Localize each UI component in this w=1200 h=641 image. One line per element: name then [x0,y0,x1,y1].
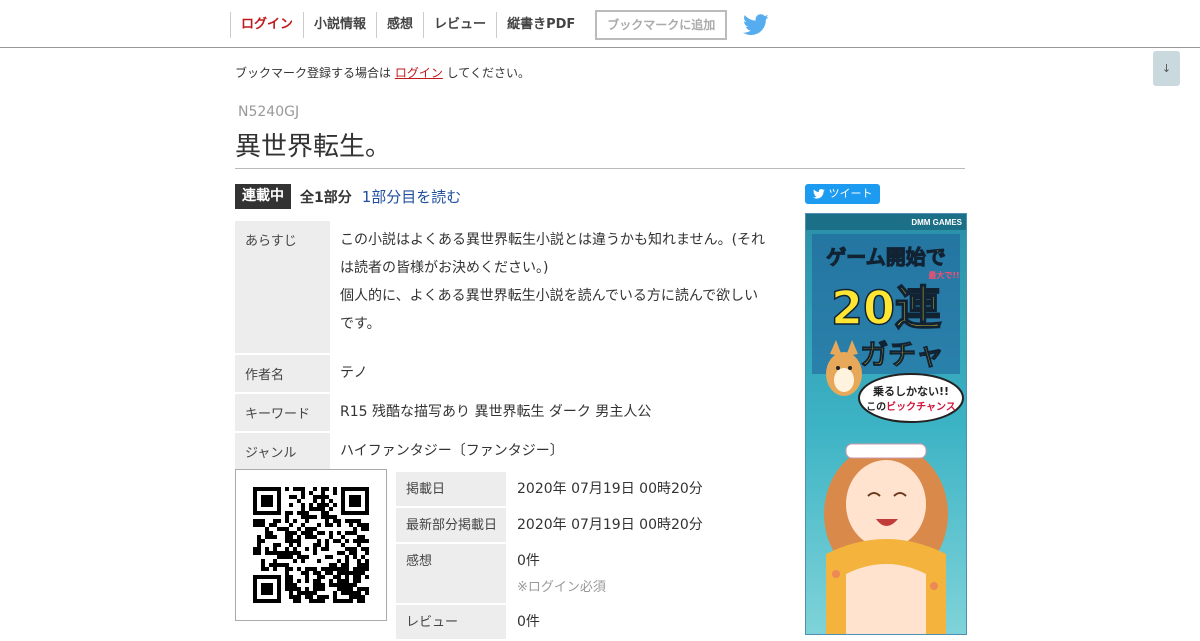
impressions-label: 感想 [396,544,506,603]
author-row: 作者名 テノ [235,355,775,392]
novel-details-table: 掲載日 2020年 07月19日 00時20分 最新部分掲載日 2020年 07… [396,470,776,641]
novel-info-table: あらすじ この小説はよくある異世界転生小説とは違うかも知れません。(それは読者の… [235,219,775,472]
nav-login[interactable]: ログイン [230,12,303,38]
qr-code-image [253,487,369,603]
top-nav: ログイン 小説情報 感想 レビュー 縦書きPDF ブックマークに追加 [0,0,1200,48]
ad-bubble-2a: この [866,402,886,413]
ad-banner-image: DMM GAMES ゲーム開始で 最大で!! 20連 ガチャ 乗るしかない!! … [806,214,966,634]
ad-line-2: 20連 [831,281,942,335]
title-divider [235,168,965,169]
ad-line-3: ガチャ [860,338,944,371]
twitter-icon[interactable] [743,14,769,36]
read-first-part-link[interactable]: 1部分目を読む [362,186,462,207]
add-bookmark-button[interactable]: ブックマークに追加 [595,10,728,40]
login-required-note: ※ログイン必須 [517,580,606,595]
nav-list: ログイン 小説情報 感想 レビュー 縦書きPDF ブックマークに追加 [230,10,769,40]
keywords-value: R15 残酷な描写あり 異世界転生 ダーク 男主人公 [340,404,652,420]
notice-text-after: してください。 [442,66,530,80]
reviews-row: レビュー 0件 [396,605,776,639]
synopsis-row: あらすじ この小説はよくある異世界転生小説とは違うかも知れません。(それは読者の… [235,221,775,353]
synopsis-line-2: 個人的に、よくある異世界転生小説を読んでいる方に読んで欲しいです。 [340,288,759,332]
latest-row: 最新部分掲載日 2020年 07月19日 00時20分 [396,508,776,542]
synopsis-label: あらすじ [235,221,330,353]
tweet-label: ツイート [828,187,873,200]
ad-bubble-2: このビックチャンス [866,400,956,413]
posted-label: 掲載日 [396,472,506,506]
ad-line-1: ゲーム開始で [826,245,945,269]
nav-reviews[interactable]: レビュー [423,12,496,38]
genre-label: ジャンル [235,433,330,470]
ad-banner[interactable]: DMM GAMES ゲーム開始で 最大で!! 20連 ガチャ 乗るしかない!! … [805,213,967,635]
impressions-value: 0件 ※ログイン必須 [506,544,776,603]
latest-value: 2020年 07月19日 00時20分 [517,517,703,533]
author-label: 作者名 [235,355,330,392]
nav-impressions[interactable]: 感想 [376,12,423,38]
reviews-label: レビュー [396,605,506,639]
nav-novel-info[interactable]: 小説情報 [303,12,376,38]
genre-value: ハイファンタジー〔ファンタジー〕 [340,443,564,459]
notice-text-before: ブックマーク登録する場合は [235,66,395,80]
keywords-label: キーワード [235,394,330,431]
ncode: N5240GJ [238,104,300,120]
status-row: 連載中 全1部分 1部分目を読む [235,184,461,209]
genre-row: ジャンル ハイファンタジー〔ファンタジー〕 [235,433,775,470]
tweet-button[interactable]: ツイート [805,184,880,204]
scroll-down-button[interactable]: ↓ [1153,51,1180,86]
ad-bubble-2b: ビックチャンス [886,400,956,413]
impressions-count: 0件 [517,553,540,569]
notice-login-link[interactable]: ログイン [395,66,443,80]
synopsis-value: この小説はよくある異世界転生小説とは違うかも知れません。(それは読者の皆様がお決… [330,221,775,353]
keywords-row: キーワード R15 残酷な描写あり 異世界転生 ダーク 男主人公 [235,394,775,431]
ad-brand: DMM GAMES [911,218,962,227]
posted-row: 掲載日 2020年 07月19日 00時20分 [396,472,776,506]
qr-code [235,469,387,621]
author-value[interactable]: テノ [330,355,775,392]
reviews-value: 0件 [517,614,540,630]
ad-max: 最大で!! [928,270,959,280]
ad-bubble-1: 乗るしかない!! [873,384,949,398]
nav-vertical-pdf[interactable]: 縦書きPDF [496,12,585,38]
tweet-bird-icon [812,189,825,199]
impressions-row: 感想 0件 ※ログイン必須 [396,544,776,603]
synopsis-line-1: この小説はよくある異世界転生小説とは違うかも知れません。(それは読者の皆様がお決… [340,232,766,276]
part-count: 全1部分 [300,189,352,206]
status-badge: 連載中 [235,184,291,209]
bookmark-login-notice: ブックマーク登録する場合は ログイン してください。 [235,64,530,81]
page-title: 異世界転生。 [235,132,392,162]
latest-label: 最新部分掲載日 [396,508,506,542]
posted-value: 2020年 07月19日 00時20分 [517,481,703,497]
